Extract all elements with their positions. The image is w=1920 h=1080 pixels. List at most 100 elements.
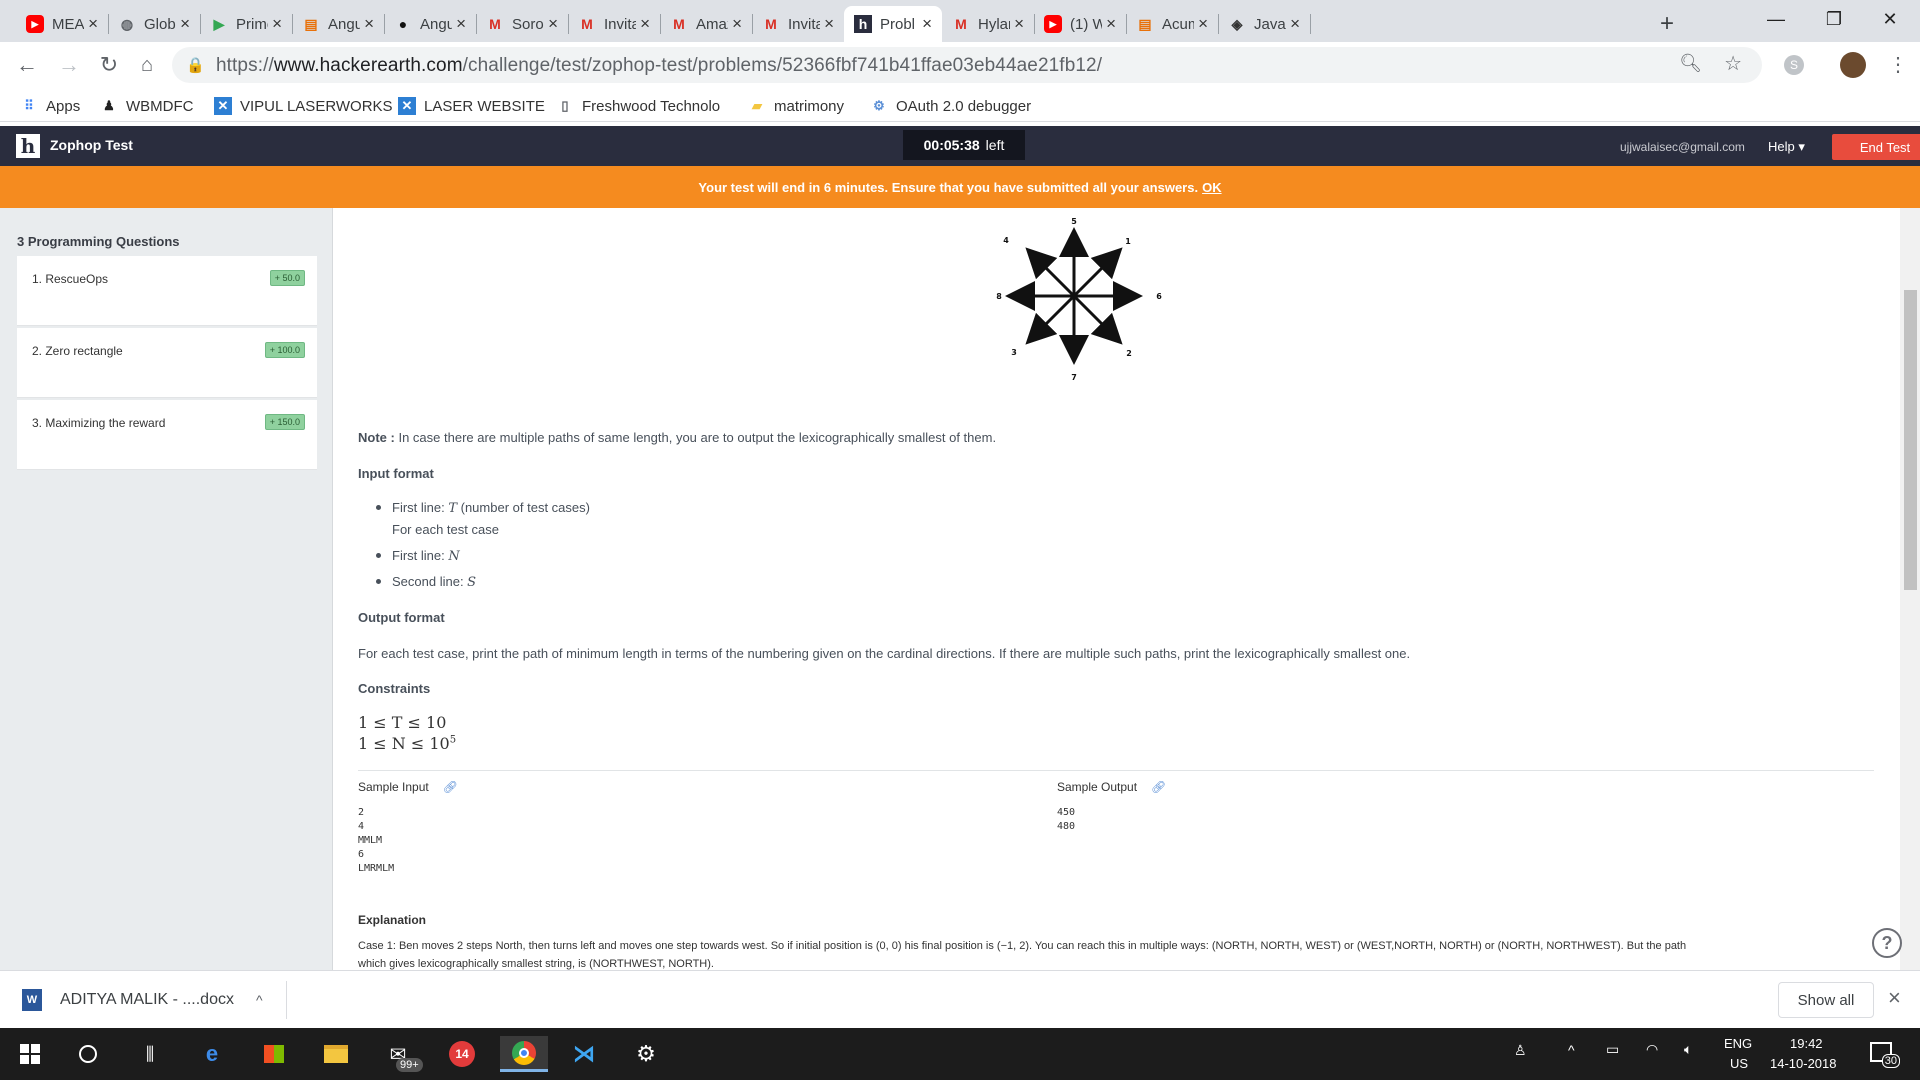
copy-link-icon[interactable]: 🔗︎: [443, 780, 458, 794]
warning-ok-link[interactable]: OK: [1202, 180, 1222, 195]
tab-5[interactable]: ● Angu ×: [384, 6, 476, 42]
tab-13[interactable]: ▤ Acum×: [1126, 6, 1218, 42]
tab-9[interactable]: M Invita ×: [752, 6, 844, 42]
profile-avatar[interactable]: [1840, 52, 1866, 78]
tab-12[interactable]: ▶ (1) W ×: [1034, 6, 1126, 42]
tab-14[interactable]: ◈ Java.I×: [1218, 6, 1310, 42]
bookmark-star-icon[interactable]: ☆: [1724, 51, 1742, 76]
tab-close-icon[interactable]: ×: [456, 14, 466, 34]
app-title: Zophop Test: [50, 137, 133, 153]
bookmark-item[interactable]: ⚙ OAuth 2.0 debugger: [870, 95, 1031, 117]
back-icon[interactable]: ←: [12, 50, 42, 80]
app-badge-icon[interactable]: 14: [440, 1036, 484, 1072]
zoom-icon[interactable]: 🔍︎: [1679, 53, 1702, 74]
tab-close-icon[interactable]: ×: [824, 14, 834, 34]
windows-start-icon[interactable]: [8, 1036, 52, 1072]
tab-close-icon[interactable]: ×: [1106, 14, 1116, 34]
bookmark-item[interactable]: ▰ matrimony: [748, 95, 844, 117]
tab-1[interactable]: ▶ MEAN×: [16, 6, 108, 42]
tab-11[interactable]: M Hylan×: [942, 6, 1034, 42]
home-icon[interactable]: ⌂: [132, 50, 162, 80]
page-icon: ▯: [561, 98, 569, 113]
bookmark-item[interactable]: ✕ LASER WEBSITE: [398, 95, 545, 117]
people-icon[interactable]: ♙: [1514, 1042, 1527, 1059]
clock-date[interactable]: 14-10-2018: [1770, 1056, 1837, 1071]
help-menu[interactable]: Help ▾: [1768, 139, 1805, 155]
chrome-icon[interactable]: [500, 1036, 548, 1072]
chevron-up-icon[interactable]: ^: [1568, 1042, 1575, 1058]
menu-icon[interactable]: ⋮: [1888, 52, 1908, 77]
tab-2[interactable]: ◍ Globa×: [108, 6, 200, 42]
bookmark-item[interactable]: ▯ Freshwood Technolo: [556, 95, 720, 117]
tab-close-icon[interactable]: ×: [1014, 14, 1024, 34]
warning-banner: Your test will end in 6 minutes. Ensure …: [0, 166, 1920, 208]
notification-icon[interactable]: 30: [1870, 1042, 1900, 1068]
restore-icon[interactable]: ❐: [1806, 0, 1862, 38]
question-card-rescueops[interactable]: 1. RescueOps + 50.0: [17, 256, 317, 326]
minimize-icon[interactable]: —: [1748, 0, 1804, 38]
download-item[interactable]: W ADITYA MALIK - ....docx ^: [22, 989, 263, 1011]
bookmark-item[interactable]: ✕ VIPUL LASERWORKS: [214, 95, 393, 117]
gmail-icon: M: [765, 16, 777, 32]
store-icon[interactable]: [252, 1036, 296, 1072]
show-all-button[interactable]: Show all: [1778, 982, 1874, 1018]
close-icon[interactable]: ×: [1888, 985, 1901, 1011]
tab-close-icon[interactable]: ×: [88, 14, 98, 34]
note-paragraph: Note : In case there are multiple paths …: [358, 430, 996, 445]
tab-3[interactable]: ▶ Prime×: [200, 6, 292, 42]
end-test-button[interactable]: End Test: [1832, 134, 1920, 160]
help-bubble-icon[interactable]: ?: [1872, 928, 1902, 958]
tab-close-icon[interactable]: ×: [640, 14, 650, 34]
vscode-icon[interactable]: ⋊: [562, 1036, 606, 1072]
edge-browser-icon[interactable]: e: [190, 1036, 234, 1072]
wifi-icon[interactable]: ◠: [1646, 1041, 1658, 1058]
new-tab-button[interactable]: +: [1650, 6, 1686, 42]
tab-title: Angu: [328, 15, 361, 33]
tab-close-icon[interactable]: ×: [1290, 14, 1300, 34]
chevron-up-icon[interactable]: ^: [256, 992, 263, 1008]
tab-close-icon[interactable]: ×: [922, 14, 932, 34]
search-circle-icon[interactable]: [66, 1036, 110, 1072]
url-text[interactable]: https://www.hackerearth.com/challenge/te…: [216, 55, 1102, 77]
copy-link-icon[interactable]: 🔗︎: [1151, 780, 1166, 794]
lock-icon: 🔒: [186, 57, 205, 74]
points-badge: + 100.0: [264, 342, 305, 358]
direction-label: 5: [1071, 217, 1077, 226]
address-bar[interactable]: 🔒 https://www.hackerearth.com/challenge/…: [172, 47, 1762, 83]
tab-close-icon[interactable]: ×: [272, 14, 282, 34]
close-window-icon[interactable]: ✕: [1862, 0, 1918, 38]
task-view-icon[interactable]: ⫼: [128, 1036, 172, 1072]
battery-icon[interactable]: ▭: [1606, 1041, 1619, 1058]
forward-icon[interactable]: →: [54, 50, 84, 80]
tab-close-icon[interactable]: ×: [180, 14, 190, 34]
region-indicator[interactable]: US: [1730, 1056, 1748, 1071]
tab-4[interactable]: ▤ Angu ×: [292, 6, 384, 42]
tab-6[interactable]: M Soroc×: [476, 6, 568, 42]
gmail-icon: M: [955, 16, 967, 32]
question-card-maximizing-reward[interactable]: 3. Maximizing the reward + 150.0: [17, 400, 317, 470]
page-icon: ▤: [1138, 15, 1152, 32]
tab-close-icon[interactable]: ×: [548, 14, 558, 34]
warning-text: Your test will end in 6 minutes. Ensure …: [698, 179, 1199, 195]
language-indicator[interactable]: ENG: [1724, 1036, 1752, 1051]
tab-close-icon[interactable]: ×: [732, 14, 742, 34]
tab-close-icon[interactable]: ×: [364, 14, 374, 34]
tab-title: Soroc: [512, 15, 544, 33]
question-card-zero-rectangle[interactable]: 2. Zero rectangle + 100.0: [17, 328, 317, 398]
tab-10[interactable]: h Probl ×: [844, 6, 942, 42]
browser-tab-bar: ▶MEAN×◍Globa×▶Prime×▤Angu×●Angu×MSoroc×M…: [0, 0, 1920, 42]
tab-8[interactable]: M Amaz×: [660, 6, 752, 42]
skype-extension-icon[interactable]: S: [1784, 55, 1804, 75]
hackerearth-logo-icon[interactable]: h: [16, 134, 40, 158]
clock-time[interactable]: 19:42: [1790, 1036, 1823, 1051]
reload-icon[interactable]: ↻: [94, 50, 124, 80]
tab-7[interactable]: M Invita ×: [568, 6, 660, 42]
volume-icon[interactable]: 🔈︎: [1684, 1041, 1692, 1058]
bookmark-item[interactable]: ⠿ Apps: [20, 95, 80, 117]
settings-gear-icon[interactable]: ⚙: [624, 1036, 668, 1072]
tab-close-icon[interactable]: ×: [1198, 14, 1208, 34]
bookmark-item[interactable]: ♟ WBMDFC: [100, 95, 193, 117]
download-file-name: ADITYA MALIK - ....docx: [60, 991, 234, 1008]
scrollbar-thumb[interactable]: [1904, 290, 1917, 590]
file-explorer-icon[interactable]: [314, 1036, 358, 1072]
